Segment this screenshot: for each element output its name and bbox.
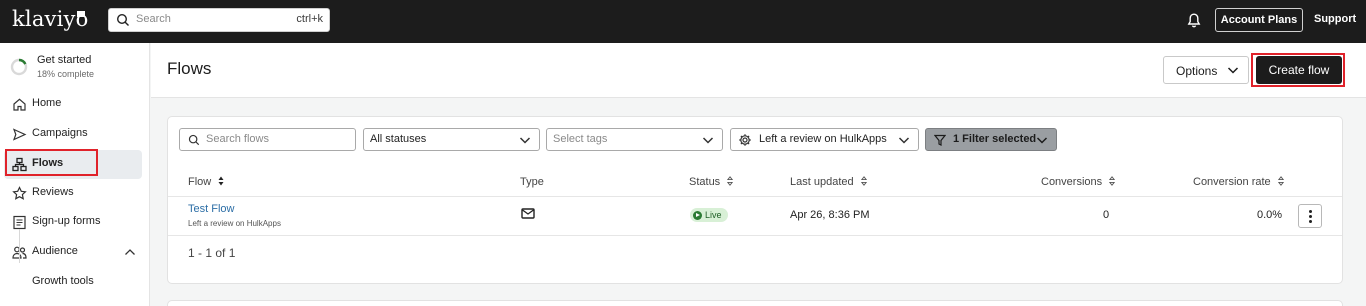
options-label: Options (1176, 64, 1218, 78)
sidebar-item-label: Growth tools (32, 275, 94, 287)
sort-icon (218, 176, 224, 186)
star-icon (12, 186, 27, 200)
tags-select-placeholder: Select tags (553, 133, 608, 145)
tags-select[interactable]: Select tags (546, 128, 723, 151)
last-updated-cell: Apr 26, 8:36 PM (790, 209, 870, 221)
search-icon (188, 134, 200, 146)
conversion-rate-cell: 0.0% (1257, 209, 1283, 221)
account-plans-button[interactable]: Account Plans (1215, 8, 1303, 32)
chevron-down-icon (1227, 67, 1239, 74)
row-actions-button[interactable] (1298, 204, 1322, 228)
status-select[interactable]: All statuses (363, 128, 540, 151)
kebab-dot (1309, 210, 1312, 213)
table-row-divider (168, 235, 1342, 236)
trigger-select-value: Left a review on HulkApps (759, 133, 887, 145)
page-title: Flows (167, 59, 212, 78)
table-header-divider (168, 196, 1342, 197)
sidebar-item-signup-forms[interactable]: Sign-up forms (4, 208, 142, 237)
get-started-title[interactable]: Get started (37, 54, 91, 66)
top-bar: klaviyo Search ctrl+k Account Plans Supp… (0, 0, 1366, 43)
flow-trigger-text: Left a review on HulkApps (188, 219, 281, 228)
progress-ring-icon (10, 58, 28, 76)
sidebar-item-home[interactable]: Home (4, 90, 142, 119)
bell-icon[interactable] (1186, 12, 1202, 29)
chevron-up-icon[interactable] (124, 247, 136, 257)
chevron-down-icon (898, 137, 910, 144)
search-icon (116, 13, 129, 26)
send-icon (12, 128, 27, 141)
logo-flag-icon (77, 11, 85, 17)
pagination-summary: 1 - 1 of 1 (188, 246, 236, 260)
support-link[interactable]: Support (1314, 13, 1356, 25)
trigger-select[interactable]: Left a review on HulkApps (730, 128, 919, 151)
home-icon (13, 98, 26, 111)
filter-count-label: 1 Filter selected (953, 133, 1037, 145)
sidebar-item-label: Reviews (32, 186, 74, 198)
mail-icon (521, 208, 535, 219)
search-shortcut: ctrl+k (296, 13, 323, 25)
sidebar-item-growth-tools[interactable]: Growth tools (4, 268, 142, 297)
gear-icon (739, 134, 751, 146)
sort-icon (727, 176, 734, 186)
form-icon (13, 215, 26, 230)
sort-icon (1109, 176, 1116, 186)
search-flows-placeholder: Search flows (206, 133, 269, 145)
filter-button[interactable]: 1 Filter selected (925, 128, 1057, 151)
sidebar-item-campaigns[interactable]: Campaigns (4, 120, 142, 149)
column-header-status[interactable]: Status (689, 176, 734, 188)
create-flow-highlight-box (1251, 53, 1345, 87)
status-select-value: All statuses (370, 133, 427, 145)
chevron-down-icon (1036, 137, 1048, 144)
column-header-type: Type (520, 176, 544, 188)
submenu-divider (19, 229, 20, 263)
flows-highlight-box (5, 149, 98, 176)
play-icon (693, 210, 702, 220)
sidebar-item-label: Campaigns (32, 127, 88, 139)
sort-icon (1277, 176, 1284, 186)
column-header-label: Status (689, 176, 721, 188)
options-button[interactable]: Options (1163, 56, 1249, 84)
chevron-down-icon (702, 137, 714, 144)
get-started-progress: 18% complete (37, 69, 95, 79)
column-header-flow[interactable]: Flow (188, 176, 224, 188)
column-header-last-updated[interactable]: Last updated (790, 176, 867, 188)
conversions-cell: 0 (1103, 209, 1110, 221)
filter-icon (934, 134, 946, 146)
kebab-dot (1309, 215, 1312, 218)
secondary-card (167, 300, 1343, 306)
global-search-input[interactable]: Search ctrl+k (108, 8, 330, 32)
chevron-down-icon (519, 137, 531, 144)
search-placeholder: Search (136, 13, 171, 25)
column-header-label: Conversion rate (1193, 176, 1271, 188)
sidebar-item-label: Home (32, 97, 62, 109)
column-header-label: Last updated (790, 176, 854, 188)
status-badge: Live (690, 208, 728, 222)
sidebar-item-label: Audience (32, 245, 78, 257)
sidebar-item-audience[interactable]: Audience (4, 238, 142, 267)
sidebar-item-label: Sign-up forms (32, 215, 101, 227)
column-header-label: Conversions (1041, 176, 1103, 188)
sort-icon (860, 176, 867, 186)
status-badge-label: Live (705, 210, 722, 220)
column-header-label: Flow (188, 176, 212, 188)
sidebar-item-reviews[interactable]: Reviews (4, 179, 142, 208)
flow-name-link[interactable]: Test Flow (188, 203, 234, 215)
kebab-dot (1309, 220, 1312, 223)
column-header-conversions[interactable]: Conversions (1041, 176, 1116, 188)
column-header-conversion-rate[interactable]: Conversion rate (1193, 176, 1284, 188)
search-flows-input[interactable]: Search flows (179, 128, 356, 151)
